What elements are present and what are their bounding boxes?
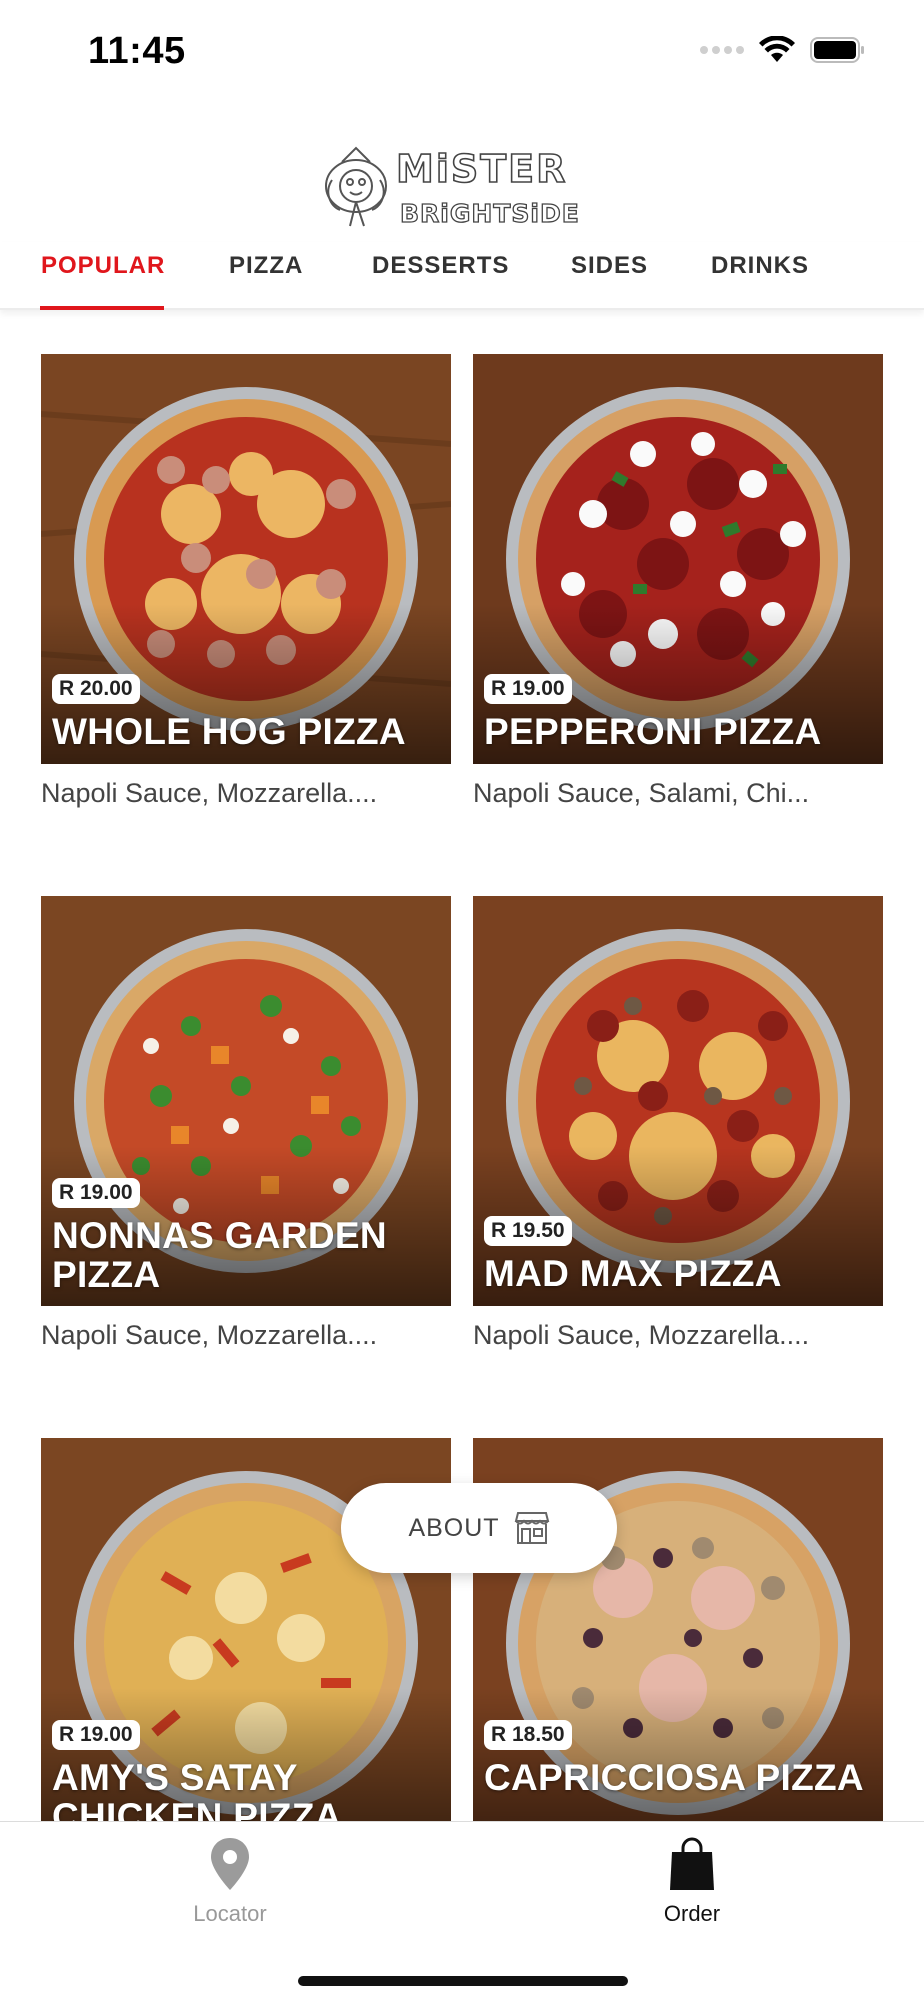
about-label: ABOUT xyxy=(408,1513,500,1542)
price-badge: R 20.00 xyxy=(52,674,140,704)
tab-sides[interactable]: SIDES xyxy=(571,252,648,280)
product-card[interactable]: R 20.00 WHOLE HOG PIZZA Napoli Sauce, Mo… xyxy=(41,354,451,809)
product-image: R 19.00 PEPPERONI PIZZA xyxy=(473,354,883,764)
price-badge: R 19.50 xyxy=(484,1216,572,1246)
product-card[interactable]: R 19.50 MAD MAX PIZZA Napoli Sauce, Mozz… xyxy=(473,896,883,1351)
product-name: NONNAS GARDEN PIZZA xyxy=(52,1215,387,1295)
store-icon xyxy=(514,1512,549,1544)
price-badge: R 19.00 xyxy=(52,1720,140,1750)
shopping-bag-icon xyxy=(670,1837,714,1890)
product-image: R 19.00 NONNAS GARDEN PIZZA xyxy=(41,896,451,1306)
nav-item-order[interactable]: Order xyxy=(592,1836,792,1927)
category-tabs: POPULAR PIZZA DESSERTS SIDES DRINKS xyxy=(0,242,924,310)
tab-desserts[interactable]: DESSERTS xyxy=(372,252,509,280)
active-tab-indicator xyxy=(40,306,164,310)
tab-popular[interactable]: POPULAR xyxy=(41,252,165,280)
nav-label: Order xyxy=(663,1901,721,1926)
cellular-signal-icon xyxy=(700,46,744,54)
about-button[interactable]: ABOUT xyxy=(341,1483,617,1573)
home-indicator xyxy=(298,1976,628,1986)
bottom-navigation: Locator Order xyxy=(0,1821,924,2000)
wifi-icon xyxy=(759,36,795,62)
battery-icon xyxy=(810,37,864,63)
status-time: 11:45 xyxy=(88,30,186,72)
product-name: WHOLE HOG PIZZA xyxy=(52,711,406,752)
price-badge: R 19.00 xyxy=(484,674,572,704)
status-icons xyxy=(700,36,866,64)
svg-text:BRiGHTSiDE: BRiGHTSiDE xyxy=(400,199,580,228)
product-image: R 19.50 MAD MAX PIZZA xyxy=(473,896,883,1306)
tab-pizza[interactable]: PIZZA xyxy=(229,252,303,280)
product-description: Napoli Sauce, Salami, Chi... xyxy=(473,778,810,808)
product-name: PEPPERONI PIZZA xyxy=(484,711,822,752)
brand-logo: MiSTER BRiGHTSiDE xyxy=(325,146,580,229)
product-name: CAPRICCIOSA PIZZA xyxy=(484,1757,864,1798)
status-bar: 11:45 xyxy=(0,0,924,104)
product-description: Napoli Sauce, Mozzarella.... xyxy=(41,778,378,808)
price-badge: R 18.50 xyxy=(484,1720,572,1750)
product-description: Napoli Sauce, Mozzarella.... xyxy=(473,1320,810,1350)
nav-label: Locator xyxy=(193,1901,267,1926)
location-pin-icon xyxy=(211,1838,249,1890)
price-badge: R 19.00 xyxy=(52,1178,140,1208)
product-image: R 20.00 WHOLE HOG PIZZA xyxy=(41,354,451,764)
product-description: Napoli Sauce, Mozzarella.... xyxy=(41,1320,378,1350)
product-card[interactable]: R 19.00 PEPPERONI PIZZA Napoli Sauce, Sa… xyxy=(473,354,883,809)
product-name: MAD MAX PIZZA xyxy=(484,1253,782,1294)
product-card[interactable]: R 19.00 NONNAS GARDEN PIZZA Napoli Sauce… xyxy=(41,896,451,1351)
tab-drinks[interactable]: DRINKS xyxy=(711,252,809,280)
svg-text:MiSTER: MiSTER xyxy=(396,147,567,191)
nav-item-locator[interactable]: Locator xyxy=(130,1836,330,1927)
